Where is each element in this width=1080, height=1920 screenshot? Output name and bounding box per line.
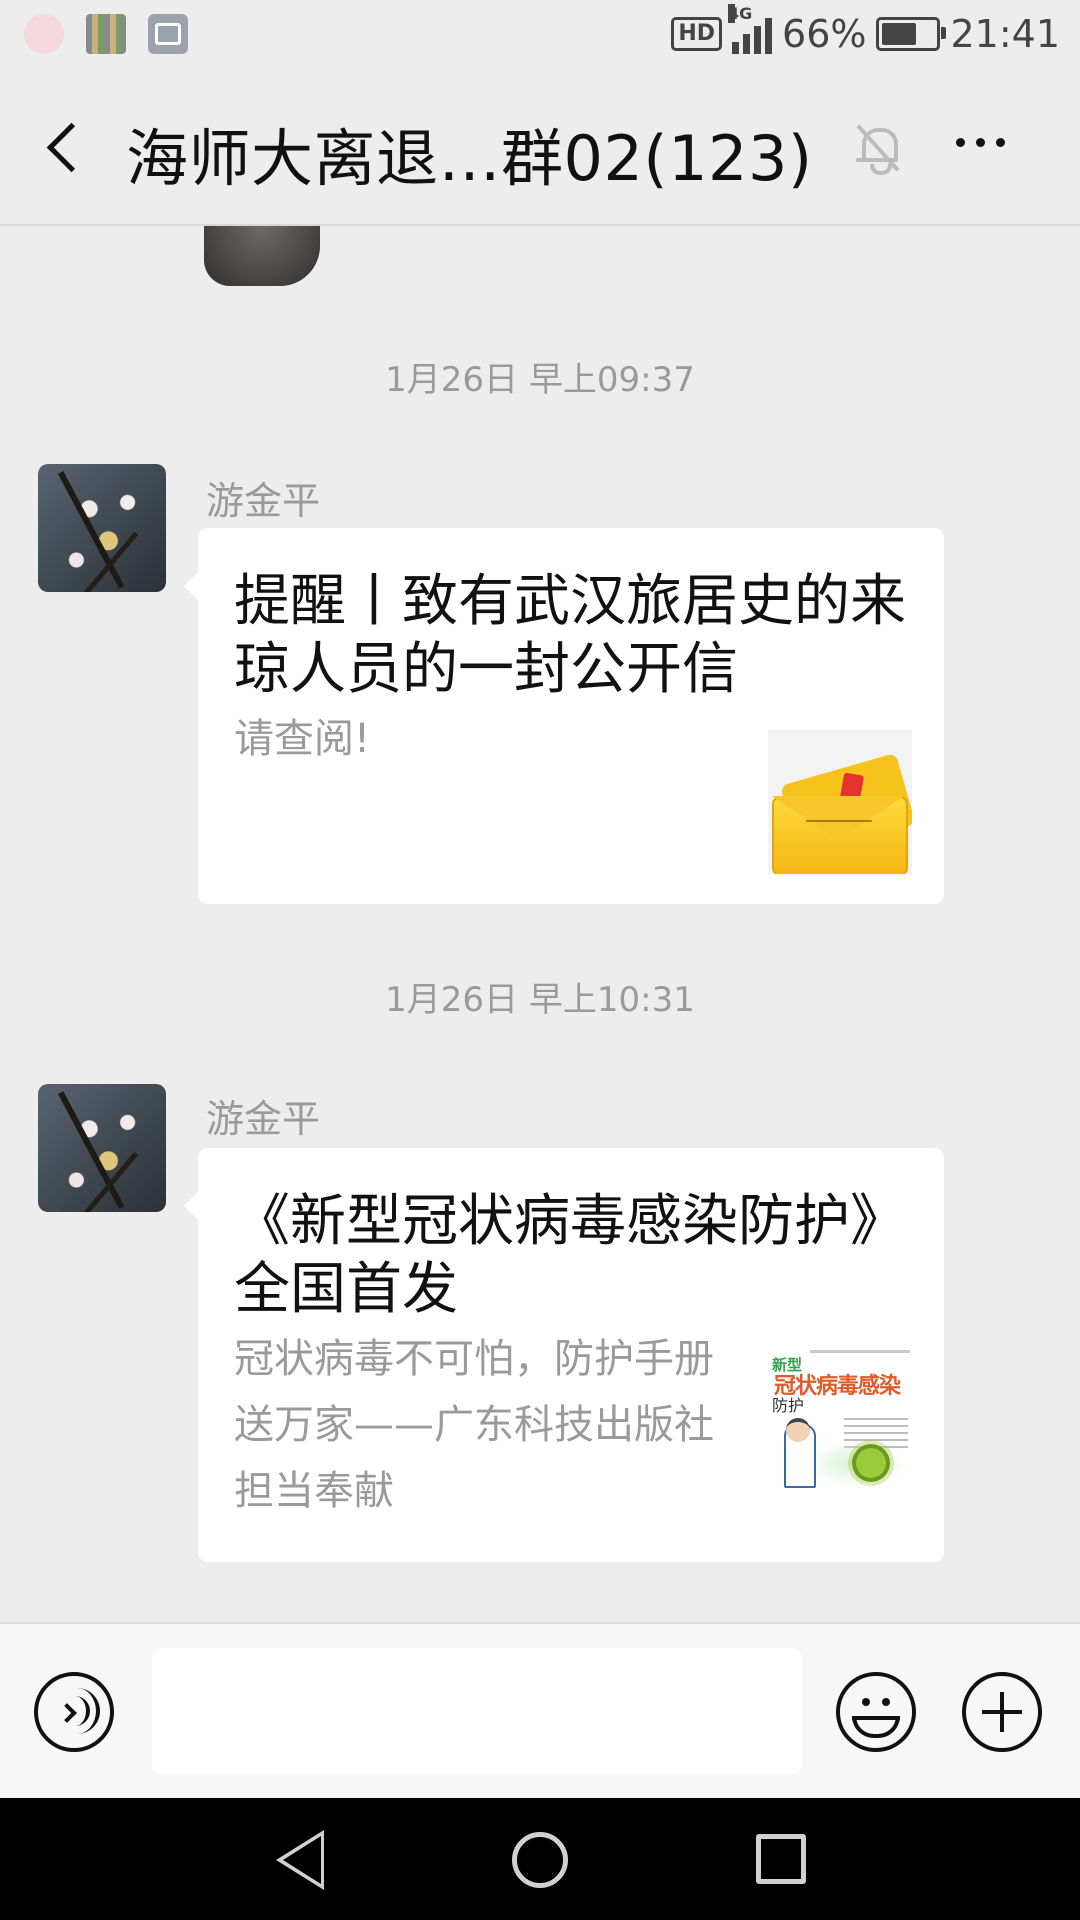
battery-percent: 66% [782,12,867,56]
previous-message-image[interactable] [204,226,320,286]
network-type: 4G [728,4,753,23]
battery-fill [882,23,917,45]
hd-badge: HD [671,17,723,51]
avatar[interactable] [38,464,166,592]
more-icon[interactable] [956,138,1005,147]
image-notification-icon [148,14,188,54]
nav-home-icon[interactable] [512,1832,568,1888]
plus-icon[interactable] [962,1672,1042,1752]
link-card[interactable]: 《新型冠状病毒感染防护》全国首发 冠状病毒不可怕，防护手册送万家——广东科技出版… [184,1148,944,1562]
card-description: 请查阅! [234,716,371,762]
status-indicators: HD 4G 66% 21:41 [671,4,1060,56]
nav-back-icon[interactable] [276,1830,324,1890]
chat-title: 海师大离退…群02(123) [126,122,813,195]
signal-icon: 4G [728,4,773,54]
envelope-thumbnail [768,730,912,874]
avatar[interactable] [38,1084,166,1212]
card-title: 《新型冠状病毒感染防护》全国首发 [234,1189,906,1322]
message-input[interactable] [152,1648,802,1774]
back-icon[interactable] [40,120,96,176]
chat-header: 海师大离退…群02(123) [0,72,1080,226]
status-bar: HD 4G 66% 21:41 [0,0,1080,72]
battery-icon [876,17,947,51]
card-description: 冠状病毒不可怕，防护手册送万家——广东科技出版社担当奉献 [234,1336,714,1514]
clock: 21:41 [950,12,1060,56]
timestamp: 1月26日 早上09:37 [385,360,695,400]
sender-name: 游金平 [206,1097,321,1141]
app-notification-icon [24,14,64,54]
timestamp: 1月26日 早上10:31 [385,980,695,1020]
book-cover-thumbnail: 新型 冠状病毒感染 防护 [770,1344,914,1488]
voice-icon[interactable] [34,1672,114,1752]
nav-recent-icon[interactable] [756,1834,806,1884]
sender-name: 游金平 [206,479,321,523]
system-navigation-bar [0,1798,1080,1920]
mute-bell-icon [856,122,900,175]
card-title: 提醒丨致有武汉旅居史的来琼人员的一封公开信 [234,569,906,702]
input-bar [0,1622,1080,1800]
emoji-icon[interactable] [836,1672,916,1752]
message-list[interactable]: 1月26日 早上09:37 游金平 提醒丨致有武汉旅居史的来琼人员的一封公开信 … [0,226,1080,1622]
notification-icons [24,14,188,54]
gallery-notification-icon [86,14,126,54]
link-card[interactable]: 提醒丨致有武汉旅居史的来琼人员的一封公开信 请查阅! [184,528,944,904]
